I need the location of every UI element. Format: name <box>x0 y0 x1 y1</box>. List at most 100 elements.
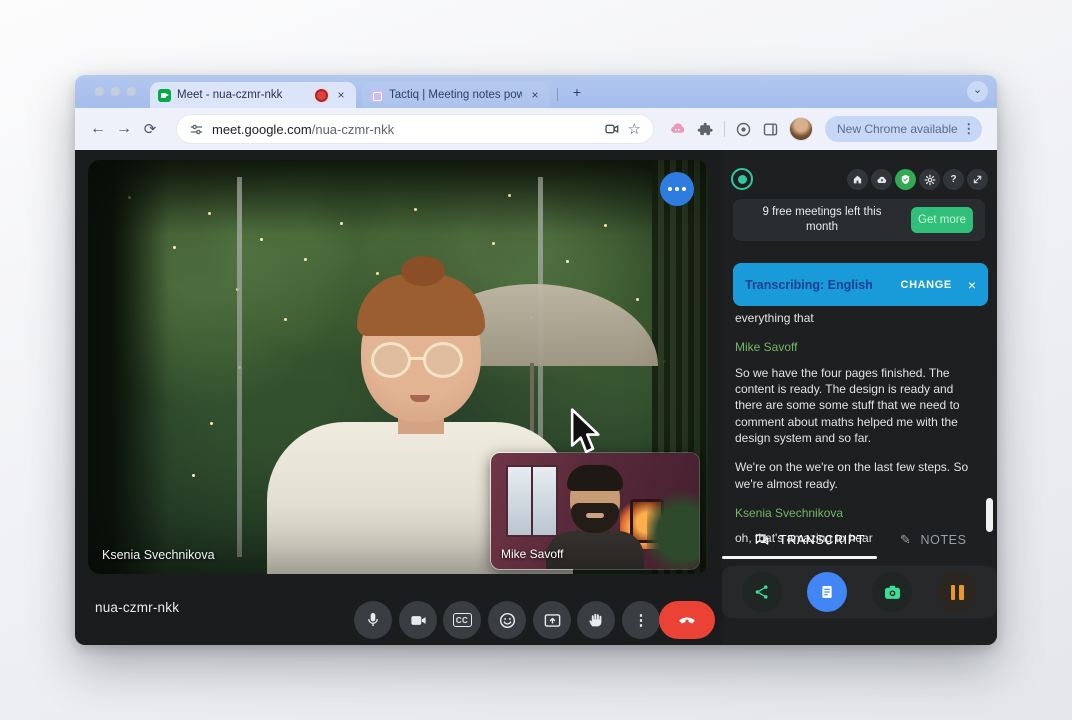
transcript-list[interactable]: everything that Mike Savoff So we have the… <box>735 310 983 559</box>
pip-participant-name: Mike Savoff <box>501 547 563 561</box>
site-settings-icon[interactable] <box>189 122 204 137</box>
pause-button[interactable] <box>937 572 977 612</box>
url-text[interactable]: meet.google.com/nua-czmr-nkk <box>212 122 596 137</box>
pip-plant <box>647 488 700 570</box>
share-button[interactable] <box>742 572 782 612</box>
captions-icon: CC <box>453 613 472 627</box>
close-tab-icon[interactable]: × <box>528 88 542 102</box>
toolbar-divider <box>724 121 725 137</box>
tactiq-tabs: TRANSCRIPT ✎ NOTES <box>722 528 997 558</box>
extension-pink-icon[interactable] <box>669 120 687 138</box>
pip-person-mouth <box>586 513 604 518</box>
chat-bubbles-icon <box>754 532 770 548</box>
window-minimize-button[interactable] <box>111 87 120 96</box>
raise-hand-button[interactable] <box>577 601 615 639</box>
extensions-puzzle-icon[interactable] <box>697 121 714 138</box>
transcribing-status: Transcribing: English <box>745 278 901 292</box>
quota-message: 9 free meetings left this month <box>733 205 911 235</box>
settings-gear-icon[interactable] <box>919 169 940 190</box>
meeting-code: nua-czmr-nkk <box>95 600 179 615</box>
browser-menu-icon[interactable]: ⋮ <box>962 121 976 137</box>
help-icon[interactable]: ? <box>943 169 964 190</box>
new-tab-button[interactable]: + <box>567 82 587 102</box>
reactions-button[interactable] <box>488 601 526 639</box>
camera-permission-icon[interactable] <box>604 121 620 137</box>
browser-toolbar: ← → ⟳ meet.google.com/nua-czmr-nkk ☆ New… <box>75 108 997 150</box>
window-close-button[interactable] <box>95 87 104 96</box>
tab-strip: Meet - nua-czmr-nkk × Tactiq | Meeting n… <box>75 75 997 108</box>
google-docs-button[interactable] <box>807 572 847 612</box>
expand-panel-icon[interactable] <box>967 169 988 190</box>
page-content: Ksenia Svechnikova Mike Savoff <box>75 150 997 645</box>
transcribing-banner: Transcribing: English CHANGE × <box>733 263 988 306</box>
tab-tactiq[interactable]: Tactiq | Meeting notes power × <box>362 82 550 108</box>
transcript-text: We're on the we're on the last few steps… <box>735 459 983 492</box>
home-icon[interactable] <box>847 169 868 190</box>
pip-person-beard <box>571 503 619 533</box>
get-more-button[interactable]: Get more <box>911 207 973 233</box>
shield-check-icon[interactable] <box>895 169 916 190</box>
tab-search-chevron-icon[interactable]: ⌄ <box>967 81 988 102</box>
pause-icon <box>951 585 964 600</box>
meet-control-bar: nua-czmr-nkk CC ⋮ <box>75 574 722 645</box>
main-participant-name: Ksenia Svechnikova <box>102 548 215 562</box>
pip-video-tile[interactable]: Mike Savoff <box>490 452 700 570</box>
quota-banner: 9 free meetings left this month Get more <box>733 199 985 241</box>
tab-divider <box>557 88 558 101</box>
tab-notes-label: NOTES <box>921 533 967 547</box>
pip-person-hair <box>567 465 623 491</box>
tactiq-action-bar <box>722 566 997 618</box>
transcript-text: So we have the four pages finished. The … <box>735 365 983 447</box>
tab-transcript[interactable]: TRANSCRIPT <box>754 532 865 548</box>
window-zoom-button[interactable] <box>127 87 136 96</box>
camera-button[interactable] <box>399 601 437 639</box>
transcript-speaker: Mike Savoff <box>735 339 983 355</box>
camera-snapshot-icon <box>883 583 902 602</box>
close-tab-icon[interactable]: × <box>334 88 348 102</box>
tab-meet[interactable]: Meet - nua-czmr-nkk × <box>150 82 356 108</box>
chat-bubble-button[interactable] <box>660 172 694 206</box>
chrome-update-label: New Chrome available <box>837 122 958 136</box>
url-path: /nua-czmr-nkk <box>312 122 394 137</box>
tab-title: Tactiq | Meeting notes power <box>389 89 522 101</box>
pencil-icon: ✎ <box>900 532 912 548</box>
mouse-cursor <box>568 408 602 454</box>
screenshot-button[interactable] <box>872 572 912 612</box>
extensions-row <box>669 117 813 141</box>
back-button[interactable]: ← <box>85 120 111 138</box>
tab-title: Meet - nua-czmr-nkk <box>177 89 309 101</box>
more-options-icon: ⋮ <box>634 611 649 629</box>
profile-avatar[interactable] <box>789 117 813 141</box>
transcript-text: everything that <box>735 310 983 326</box>
tactiq-favicon-icon <box>370 89 383 102</box>
address-bar[interactable]: meet.google.com/nua-czmr-nkk ☆ <box>177 115 653 143</box>
url-domain: meet.google.com <box>212 122 312 137</box>
tab-notes[interactable]: ✎ NOTES <box>900 532 967 548</box>
transcript-speaker: Ksenia Svechnikova <box>735 505 983 521</box>
share-icon <box>753 583 771 601</box>
bookmark-star-icon[interactable]: ☆ <box>628 120 641 138</box>
scrollbar-thumb[interactable] <box>986 498 993 532</box>
end-call-button[interactable] <box>659 601 715 639</box>
side-panel-icon[interactable] <box>762 121 779 138</box>
reload-button[interactable]: ⟳ <box>137 120 163 138</box>
recording-indicator-icon <box>315 89 328 102</box>
more-options-button[interactable]: ⋮ <box>622 601 660 639</box>
browser-window: Meet - nua-czmr-nkk × Tactiq | Meeting n… <box>75 75 997 645</box>
meet-favicon-icon <box>158 89 171 102</box>
tactiq-recording-indicator-icon <box>731 168 753 190</box>
main-video-tile: Ksenia Svechnikova Mike Savoff <box>88 160 708 574</box>
chrome-update-button[interactable]: New Chrome available ⋮ <box>825 116 982 142</box>
extension-record-icon[interactable] <box>735 121 752 138</box>
present-screen-button[interactable] <box>533 601 571 639</box>
cloud-sync-icon[interactable] <box>871 169 892 190</box>
forward-button[interactable]: → <box>111 120 137 138</box>
close-banner-icon[interactable]: × <box>968 277 976 293</box>
desktop: { "browser": { "tabs": [ { "label": "Mee… <box>0 0 1072 720</box>
captions-button[interactable]: CC <box>443 601 481 639</box>
tab-transcript-label: TRANSCRIPT <box>779 533 865 547</box>
help-glyph: ? <box>950 174 956 185</box>
docs-icon <box>819 584 835 600</box>
change-language-button[interactable]: CHANGE <box>901 279 952 291</box>
microphone-button[interactable] <box>354 601 392 639</box>
